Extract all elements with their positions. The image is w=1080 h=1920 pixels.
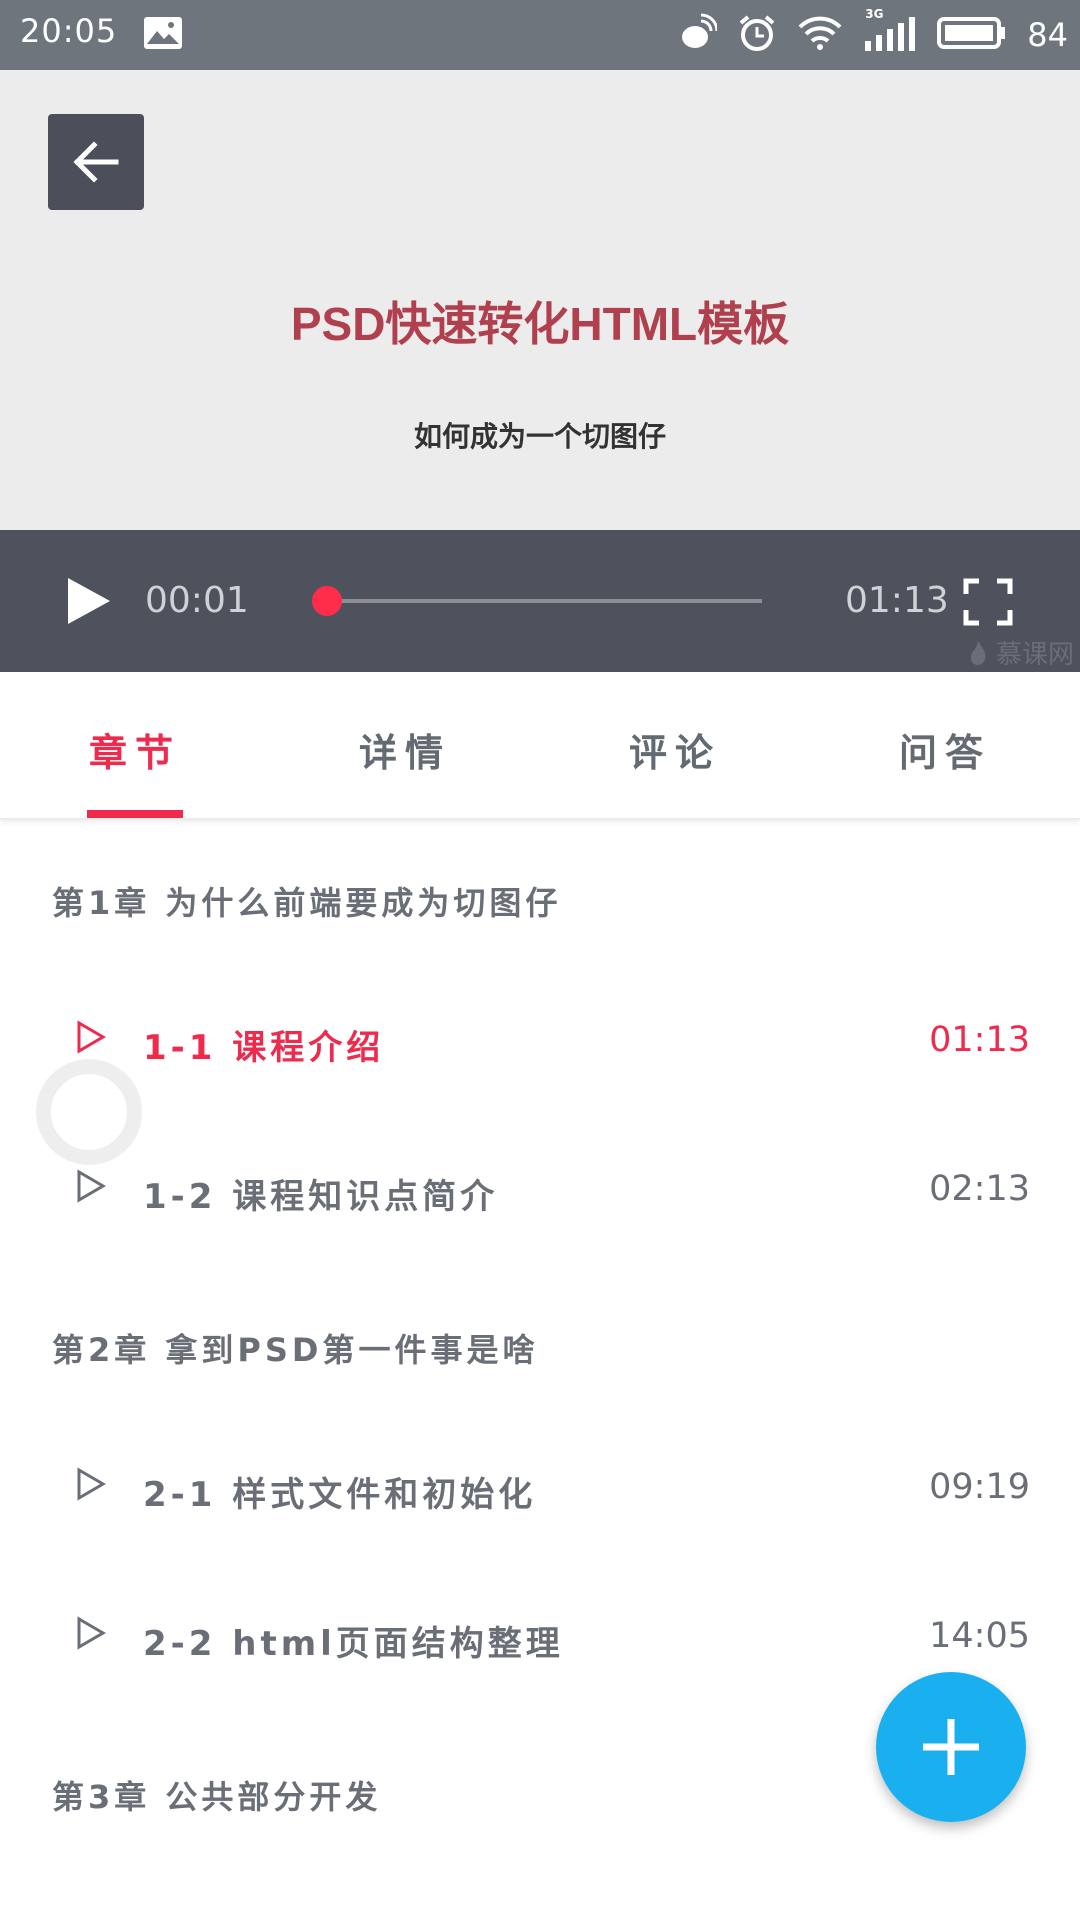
battery-level: 84 [1027,16,1068,54]
lesson-duration: 14:05 [929,1616,1030,1656]
play-button[interactable] [66,576,112,630]
lesson-item[interactable]: 2-2 html页面结构整理 14:05 [0,1610,1080,1670]
progress-knob[interactable] [312,586,342,616]
total-time: 01:13 [845,580,949,621]
lesson-item[interactable]: 1-1 课程介绍 01:13 [0,1014,1080,1074]
tab-comments[interactable]: 评论 [540,722,810,777]
battery-icon [937,15,1007,55]
video-subtitle: 如何成为一个切图仔 [413,420,666,453]
chapter-title: 第1章 为什么前端要成为切图仔 [52,884,562,922]
flame-icon [970,641,986,665]
status-time: 20:05 [20,12,118,50]
play-outline-icon [76,1616,106,1654]
image-icon [143,16,183,54]
fullscreen-icon [963,578,1013,626]
lesson-item[interactable]: 1-2 课程知识点简介 02:13 [0,1163,1080,1223]
tab-indicator [87,810,183,818]
tab-qa[interactable]: 问答 [810,722,1080,777]
fullscreen-button[interactable] [963,578,1013,630]
current-time: 00:01 [145,580,249,621]
tab-bar: 章节 详情 评论 问答 [0,672,1080,820]
back-button[interactable] [48,114,144,210]
plus-icon [923,1719,979,1775]
arrow-left-icon [73,141,119,183]
lesson-item[interactable]: 2-1 样式文件和初始化 09:19 [0,1461,1080,1521]
lesson-name: 2-1 样式文件和初始化 [143,1475,537,1515]
video-title: PSD快速转化HTML模板 [290,298,790,350]
watermark: 慕课网 [968,634,1074,671]
alarm-icon [737,13,777,57]
tab-chapters[interactable]: 章节 [0,722,270,777]
play-outline-icon [76,1020,106,1058]
chapter-title: 第2章 拿到PSD第一件事是啥 [52,1331,539,1369]
play-outline-icon [76,1169,106,1207]
video-player[interactable]: PSD快速转化HTML模板 如何成为一个切图仔 [0,70,1080,530]
status-bar: 20:05 3G 84 [0,0,1080,70]
network-type: 3G [865,7,884,21]
satellite-icon [677,13,719,57]
signal-icon: 3G [863,7,917,57]
player-controls: 00:01 01:13 慕课网 [0,530,1080,672]
play-outline-icon [76,1467,106,1505]
progress-track[interactable] [325,599,762,603]
lesson-name: 1-2 课程知识点简介 [143,1177,499,1217]
tab-details[interactable]: 详情 [270,722,540,777]
touch-indicator [36,1059,142,1165]
add-button[interactable] [876,1672,1026,1822]
status-icons: 3G 84 [677,7,1068,60]
play-icon [68,578,110,624]
watermark-text: 慕课网 [995,640,1074,670]
lesson-name: 2-2 html页面结构整理 [143,1624,564,1664]
chapter-title: 第3章 公共部分开发 [52,1778,382,1816]
lesson-duration: 02:13 [929,1169,1030,1209]
lesson-name: 1-1 课程介绍 [143,1028,385,1068]
lesson-duration: 01:13 [929,1020,1030,1060]
wifi-icon [797,13,843,57]
lesson-duration: 09:19 [929,1467,1030,1507]
